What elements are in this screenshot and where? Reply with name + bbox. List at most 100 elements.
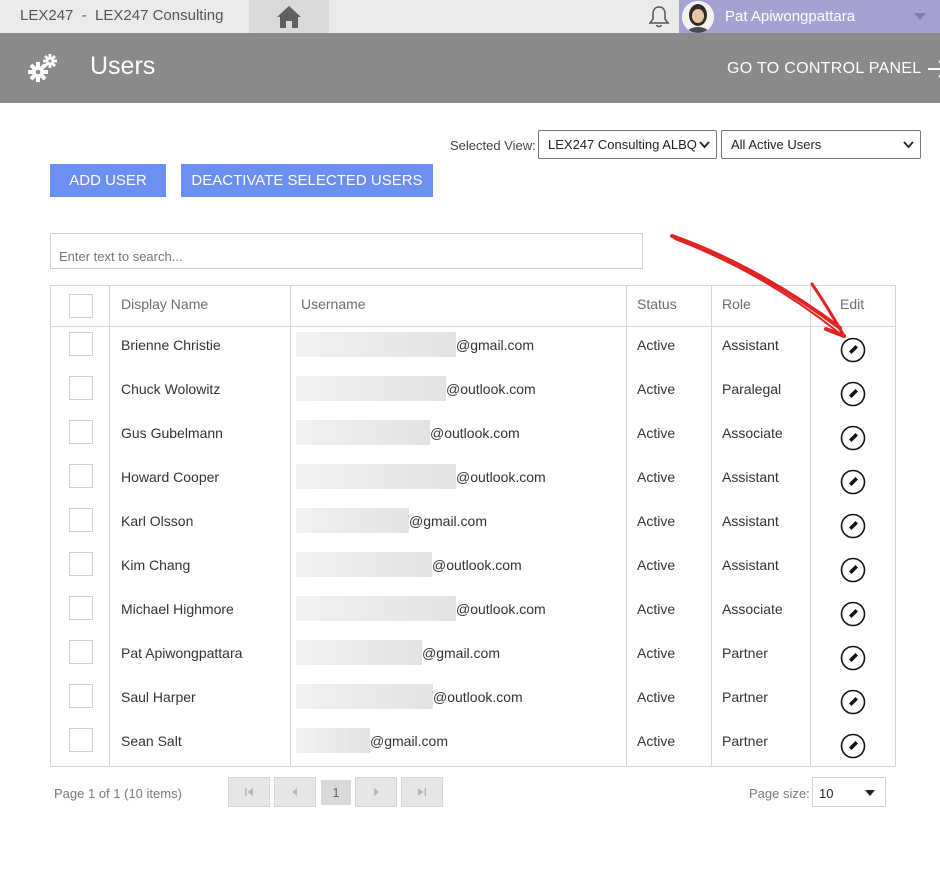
redacted-username xyxy=(296,508,409,533)
edit-button[interactable] xyxy=(840,733,866,759)
next-page-icon xyxy=(374,788,379,796)
column-header-display-name[interactable]: Display Name xyxy=(121,296,208,312)
username-cell: @outlook.com xyxy=(433,689,523,705)
selected-view-label: Selected View: xyxy=(450,138,536,153)
username-cell: @gmail.com xyxy=(456,337,535,353)
row-checkbox[interactable] xyxy=(69,552,93,576)
display-name-cell: Howard Cooper xyxy=(121,469,220,485)
redacted-username xyxy=(296,420,430,445)
display-name-cell: Pat Apiwongpattara xyxy=(121,645,243,661)
role-cell: Associate xyxy=(722,425,783,441)
display-name-cell: Gus Gubelmann xyxy=(121,425,223,441)
column-header-username[interactable]: Username xyxy=(301,296,366,312)
role-cell: Partner xyxy=(722,689,768,705)
next-page-button[interactable] xyxy=(355,777,397,807)
role-cell: Partner xyxy=(722,645,768,661)
row-checkbox[interactable] xyxy=(69,464,93,488)
redacted-username xyxy=(296,464,456,489)
table-row: Sean Salt @gmail.com Active Partner xyxy=(51,722,895,766)
home-icon xyxy=(277,5,301,28)
role-cell: Assistant xyxy=(722,513,779,529)
page-number-button[interactable]: 1 xyxy=(321,780,351,805)
display-name-cell: Karl Olsson xyxy=(121,513,194,529)
row-checkbox[interactable] xyxy=(69,420,93,444)
row-checkbox[interactable] xyxy=(69,728,93,752)
row-checkbox[interactable] xyxy=(69,376,93,400)
deactivate-selected-users-button[interactable]: DEACTIVATE SELECTED USERS xyxy=(181,164,433,197)
role-cell: Associate xyxy=(722,601,783,617)
page-header: Users GO TO CONTROL PANEL xyxy=(0,33,940,103)
username-cell: @outlook.com xyxy=(446,381,536,397)
status-cell: Active xyxy=(637,513,676,529)
row-checkbox[interactable] xyxy=(69,596,93,620)
last-page-icon xyxy=(418,788,426,796)
username-cell: @outlook.com xyxy=(430,425,520,441)
user-menu[interactable]: Pat Apiwongpattara xyxy=(679,0,940,33)
app-title: LEX247 - LEX247 Consulting xyxy=(20,7,224,24)
username-cell: @gmail.com xyxy=(370,733,449,749)
office-select[interactable]: LEX247 Consulting ALBQ xyxy=(538,130,717,159)
bell-icon[interactable] xyxy=(646,4,672,30)
select-all-checkbox[interactable] xyxy=(69,294,93,318)
page-size-select[interactable]: 10 xyxy=(812,777,886,807)
edit-button[interactable] xyxy=(840,513,866,539)
table-row: Howard Cooper @outlook.com Active Assistant xyxy=(51,458,895,502)
redacted-username xyxy=(296,640,422,665)
edit-button[interactable] xyxy=(840,425,866,451)
page-size-value: 10 xyxy=(819,786,834,801)
status-cell: Active xyxy=(637,689,676,705)
role-cell: Partner xyxy=(722,733,768,749)
user-name: Pat Apiwongpattara xyxy=(725,8,856,25)
display-name-cell: Michael Highmore xyxy=(121,601,234,617)
previous-page-button[interactable] xyxy=(274,777,316,807)
add-user-button[interactable]: ADD USER xyxy=(50,164,166,197)
row-checkbox[interactable] xyxy=(69,332,93,356)
status-cell: Active xyxy=(637,645,676,661)
row-checkbox[interactable] xyxy=(69,640,93,664)
edit-button[interactable] xyxy=(840,469,866,495)
username-cell: @outlook.com xyxy=(456,601,546,617)
search-input[interactable] xyxy=(50,233,643,269)
user-filter-select[interactable]: All Active Users xyxy=(721,130,921,159)
status-cell: Active xyxy=(637,601,676,617)
edit-button[interactable] xyxy=(840,601,866,627)
pager-summary: Page 1 of 1 (10 items) xyxy=(54,786,182,801)
table-row: Kim Chang @outlook.com Active Assistant xyxy=(51,546,895,590)
redacted-username xyxy=(296,376,446,401)
pencil-icon xyxy=(840,645,866,671)
first-page-button[interactable] xyxy=(228,777,270,807)
edit-button[interactable] xyxy=(840,645,866,671)
display-name-cell: Sean Salt xyxy=(121,733,182,749)
pencil-icon xyxy=(840,601,866,627)
display-name-cell: Chuck Wolowitz xyxy=(121,381,221,397)
display-name-cell: Brienne Christie xyxy=(121,337,221,353)
role-cell: Assistant xyxy=(722,557,779,573)
caret-down-icon xyxy=(865,790,875,796)
row-checkbox[interactable] xyxy=(69,508,93,532)
gear-icon xyxy=(28,54,57,82)
annotation-arrow xyxy=(670,234,846,338)
display-name-cell: Saul Harper xyxy=(121,689,196,705)
home-button[interactable] xyxy=(249,0,329,33)
pencil-icon xyxy=(840,557,866,583)
pencil-icon xyxy=(840,733,866,759)
status-cell: Active xyxy=(637,557,676,573)
control-panel-label: GO TO CONTROL PANEL xyxy=(727,60,922,77)
control-panel-link[interactable]: GO TO CONTROL PANEL xyxy=(727,60,940,78)
display-name-cell: Kim Chang xyxy=(121,557,191,573)
pencil-icon xyxy=(840,469,866,495)
last-page-button[interactable] xyxy=(401,777,443,807)
edit-button[interactable] xyxy=(840,557,866,583)
top-bar: LEX247 - LEX247 Consulting Pat Apiwongpa… xyxy=(0,0,940,33)
users-table: Display Name Username Status Role Edit B… xyxy=(50,285,896,767)
table-row: Pat Apiwongpattara @gmail.com Active Partne… xyxy=(51,634,895,678)
redacted-username xyxy=(296,684,433,709)
pencil-icon xyxy=(840,513,866,539)
edit-button[interactable] xyxy=(840,381,866,407)
username-cell: @gmail.com xyxy=(422,645,501,661)
redacted-username xyxy=(296,596,456,621)
edit-button[interactable] xyxy=(840,689,866,715)
status-cell: Active xyxy=(637,425,676,441)
page-size-label: Page size: xyxy=(749,786,810,801)
row-checkbox[interactable] xyxy=(69,684,93,708)
